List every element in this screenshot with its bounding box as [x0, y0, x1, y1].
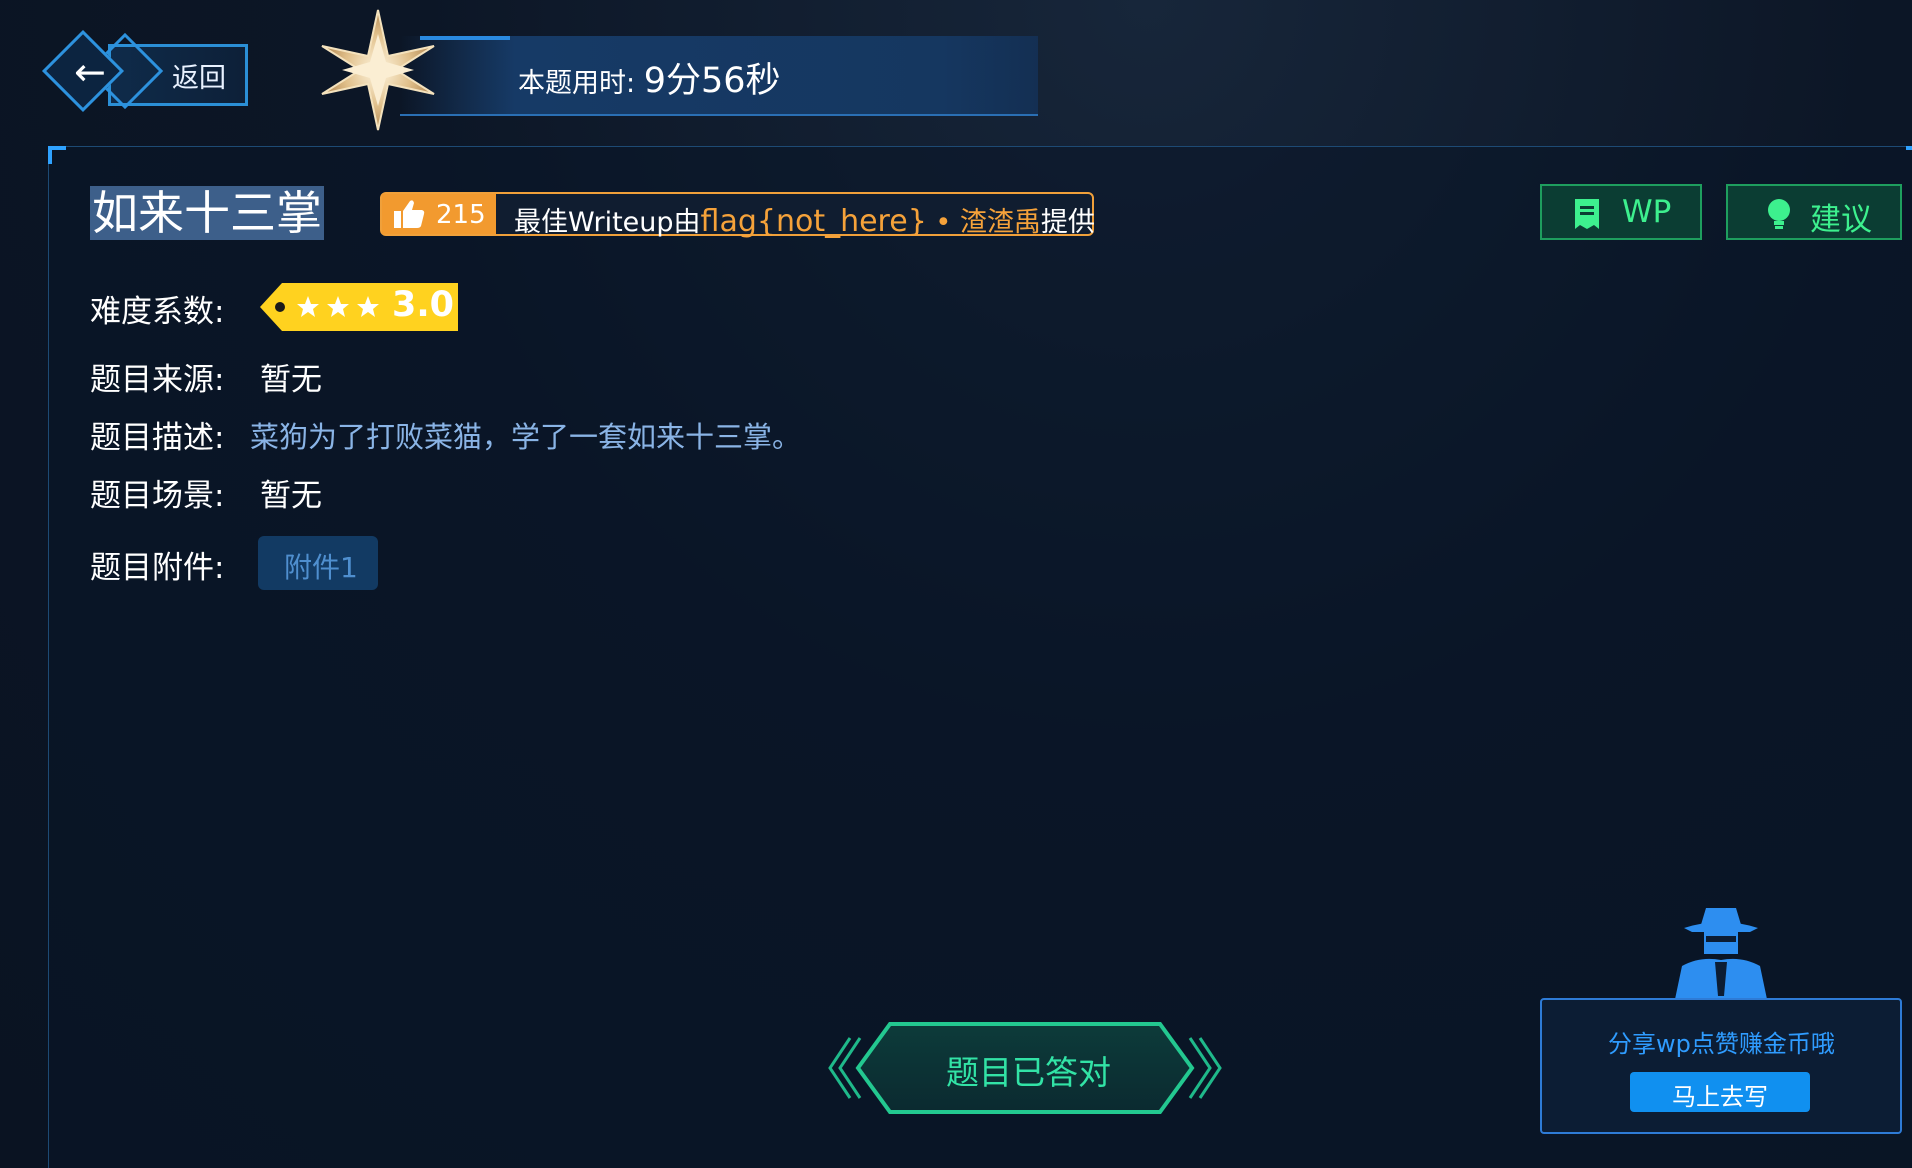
challenge-title: 如来十三掌 — [90, 186, 324, 240]
suggestion-button[interactable]: 建议 — [1726, 184, 1902, 240]
difficulty-label: 难度系数: — [90, 294, 225, 330]
arrow-left-icon: ← — [74, 50, 106, 94]
star-medal-icon — [321, 9, 435, 131]
write-now-button[interactable]: 马上去写 — [1630, 1072, 1810, 1112]
difficulty-value: 3.0 — [392, 285, 455, 325]
detective-mascot-icon — [1674, 908, 1768, 1004]
share-writeup-card — [1540, 998, 1902, 1134]
wp-label: WP — [1622, 194, 1672, 230]
like-badge[interactable]: 215 — [382, 194, 496, 234]
description-label: 题目描述: — [90, 420, 225, 456]
writeup-credit: 最佳Writeup由flag{not_here} • 渣渣禹提供 — [514, 200, 1095, 239]
attachment-1-button[interactable]: 附件1 — [258, 536, 378, 590]
share-prompt: 分享wp点赞赚金币哦 — [1608, 1030, 1835, 1058]
source-value: 暂无 — [260, 362, 322, 398]
wp-button[interactable]: WP — [1540, 184, 1702, 240]
attachment-1-label: 附件1 — [284, 551, 358, 584]
lightbulb-icon — [1768, 199, 1790, 229]
answered-label: 题目已答对 — [946, 1053, 1111, 1092]
back-button[interactable]: ← 返回 — [41, 29, 258, 116]
attachment-label: 题目附件: — [90, 550, 225, 586]
document-icon — [1575, 199, 1599, 229]
timer-value: 9分56秒 — [643, 61, 781, 101]
back-label: 返回 — [172, 63, 226, 94]
best-writeup-banner[interactable]: 215 最佳Writeup由flag{not_here} • 渣渣禹提供 — [380, 192, 1095, 239]
description-value: 菜狗为了打败菜猫，学了一套如来十三掌。 — [250, 420, 802, 454]
challenge-page: ← 返回 本题用时: 9分56秒 如来十三掌 215 最佳Writeup由fla… — [0, 0, 1912, 1168]
timer-text: 本题用时: 9分56秒 — [518, 52, 781, 103]
writeup-author[interactable]: 渣渣禹 — [960, 207, 1041, 238]
panel-corner-top-left — [48, 146, 66, 164]
source-label: 题目来源: — [90, 362, 225, 398]
like-count: 215 — [436, 200, 486, 230]
suggestion-label: 建议 — [1810, 202, 1872, 238]
writeup-suffix: 提供 — [1040, 207, 1095, 238]
writeup-prefix: 最佳Writeup由 — [514, 207, 701, 238]
panel-corner-top-right — [1906, 146, 1912, 156]
write-now-label: 马上去写 — [1672, 1083, 1768, 1111]
scene-value: 暂无 — [260, 478, 322, 514]
timer-label: 本题用时: — [518, 68, 644, 99]
writeup-flag: flag{not_here} — [700, 204, 927, 239]
thumbs-up-icon — [394, 200, 425, 228]
writeup-separator: • — [926, 207, 960, 238]
scene-label: 题目场景: — [90, 478, 225, 514]
